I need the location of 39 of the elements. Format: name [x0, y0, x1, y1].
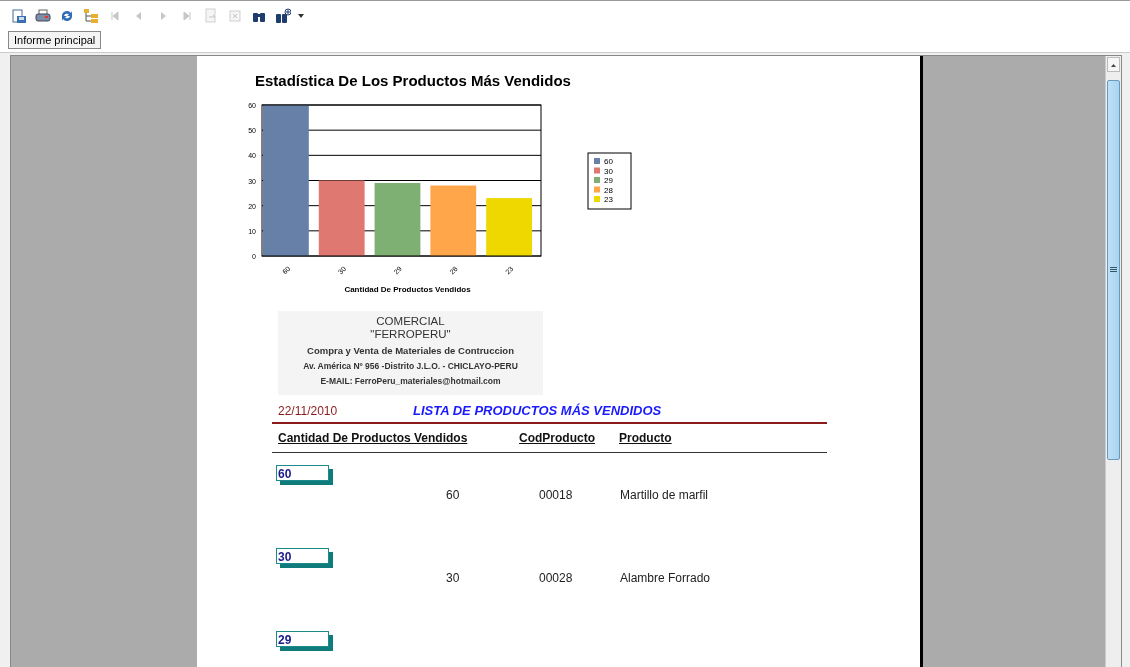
table-cell: 00018 — [539, 488, 573, 502]
print-button[interactable] — [34, 6, 52, 25]
binoculars-plus-button[interactable] — [274, 6, 292, 25]
document-map-button[interactable] — [82, 6, 100, 25]
document-map-icon — [83, 7, 99, 24]
page-back-icon — [203, 7, 219, 24]
company-name: "FERROPERU" — [370, 328, 451, 341]
table-cell: Alambre Forrado — [620, 571, 711, 585]
x-axis-title: Cantidad De Productos Vendidos — [344, 285, 471, 294]
column-header: Producto — [619, 431, 673, 445]
report-date: 22/11/2010 — [278, 404, 339, 418]
company-tagline: Compra y Venta de Materiales de Contruccion — [307, 345, 514, 356]
table-cell: Martillo de marfil — [620, 488, 709, 502]
column-header: Cantidad De Productos Vendidos — [278, 431, 469, 445]
scroll-thumb[interactable] — [1107, 80, 1120, 460]
legend-label: 30 — [604, 166, 613, 176]
caret-icon[interactable] — [298, 13, 304, 18]
legend-label: 28 — [604, 185, 613, 195]
table-cell: 30 — [446, 571, 460, 585]
table-cell: 60 — [446, 488, 460, 502]
export-icon — [11, 7, 27, 24]
report-title: LISTA DE PRODUCTOS MÁS VENDIDOS — [413, 403, 662, 418]
export-button[interactable] — [10, 6, 28, 25]
legend-label: 23 — [604, 195, 613, 204]
legend-label: 60 — [604, 157, 613, 166]
print-icon — [35, 7, 51, 24]
binoculars-plus-icon — [275, 7, 291, 24]
legend-label: 29 — [604, 176, 613, 185]
grip-icon — [1110, 267, 1117, 273]
scroll-up-button[interactable] — [1107, 57, 1120, 72]
report-tab[interactable]: Informe principal — [8, 31, 102, 49]
company-address: Av. América Nº 956 -Distrito J.L.O. - CHICLAYO-PERU — [303, 361, 518, 371]
scrollbar[interactable] — [1105, 56, 1121, 667]
stop-icon — [227, 7, 243, 24]
company-label: COMERCIAL — [376, 315, 445, 328]
table-cell: 00028 — [539, 571, 573, 585]
column-header: CodProducto — [519, 431, 596, 445]
chart-title: Estadística De Los Productos Más Vendidos — [255, 72, 572, 89]
company-email: E-MAIL: FerroPeru_materiales@hotmail.com — [320, 376, 501, 386]
